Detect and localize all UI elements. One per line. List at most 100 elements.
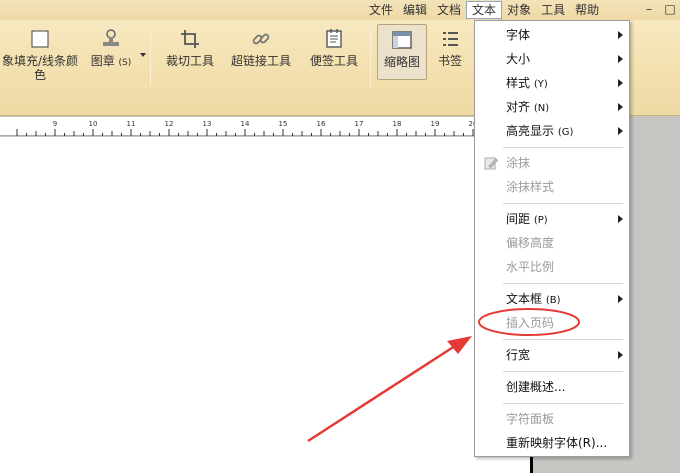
menu-separator [503, 147, 623, 148]
menu-help[interactable]: 帮助 [570, 1, 604, 19]
fill-stroke-color-tool[interactable]: 象填充/线条颜 色 [0, 28, 80, 82]
fill-stroke-label-line2: 色 [33, 68, 46, 82]
note-label: 便签工具 [309, 54, 358, 68]
menu-tools[interactable]: 工具 [536, 1, 570, 19]
menu-item-char-panel-label: 字符面板 [506, 412, 555, 426]
menu-item-font-label: 字体 [506, 28, 531, 42]
ruler-label: 11 [127, 120, 136, 128]
thumbnail-label: 缩略图 [383, 55, 420, 69]
fill-square-icon [31, 30, 49, 48]
menu-item-style[interactable]: 样式 (Y) [475, 71, 629, 95]
menu-item-create-summary[interactable]: 创建概述... [475, 375, 629, 399]
menu-item-style-label: 样式 [506, 76, 531, 90]
ruler-label: 16 [317, 120, 326, 128]
menu-separator [503, 403, 623, 404]
document-page[interactable] [0, 137, 530, 473]
ruler-ticks: 9 10 11 12 13 14 15 16 17 18 19 20 [16, 120, 477, 136]
ruler-label: 13 [203, 120, 212, 128]
menu-item-smear-label: 涂抹 [506, 156, 531, 170]
ruler-label: 12 [165, 120, 174, 128]
horizontal-ruler: 9 10 11 12 13 14 15 16 17 18 19 20 [0, 117, 480, 136]
ruler-label: 14 [241, 120, 250, 128]
menu-item-textbox-label: 文本框 [506, 292, 543, 306]
menu-item-smear: 涂抹 [475, 151, 629, 175]
sticky-note-icon [326, 29, 342, 48]
menu-item-hscale-label: 水平比例 [506, 260, 555, 274]
menu-separator [503, 203, 623, 204]
menu-text[interactable]: 文本 [466, 1, 503, 19]
crop-icon [181, 30, 199, 48]
app-window: 文件 编辑 文档 文本 对象 工具 帮助 – □ 象填充/线条颜 色 图章 (S… [0, 0, 680, 473]
stamp-dropdown-arrow-icon[interactable] [140, 53, 146, 57]
menu-item-insert-page-number-label: 插入页码 [506, 316, 555, 330]
hyperlink-tool[interactable]: 超链接工具 [228, 28, 294, 68]
menu-file[interactable]: 文件 [364, 1, 398, 19]
menu-item-textbox[interactable]: 文本框 (B) [475, 287, 629, 311]
submenu-arrow-icon [618, 79, 623, 87]
menu-item-style-key: (Y) [533, 79, 548, 90]
toolbar-separator [150, 28, 151, 86]
menu-item-size[interactable]: 大小 [475, 47, 629, 71]
menu-item-offset: 偏移高度 [475, 231, 629, 255]
hyperlink-label: 超链接工具 [230, 54, 291, 68]
toolbar-separator [370, 28, 371, 86]
ruler-label: 17 [355, 120, 364, 128]
stamp-label: 图章 (S) [90, 54, 132, 68]
menu-item-char-panel: 字符面板 [475, 407, 629, 431]
thumbnail-tool[interactable]: 缩略图 [377, 24, 427, 80]
restore-button[interactable]: □ [661, 1, 679, 19]
menu-object[interactable]: 对象 [502, 1, 536, 19]
ruler-label: 15 [279, 120, 288, 128]
note-tool[interactable]: 便签工具 [306, 28, 362, 68]
menu-item-offset-label: 偏移高度 [506, 236, 555, 250]
menu-bar: 文件 编辑 文档 文本 对象 工具 帮助 – □ [0, 0, 680, 20]
menu-item-line-width-label: 行宽 [506, 348, 531, 362]
menu-item-insert-page-number: 插入页码 [475, 311, 629, 335]
crop-tool[interactable]: 裁切工具 [162, 28, 218, 68]
submenu-arrow-icon [618, 55, 623, 63]
menu-item-align-label: 对齐 [506, 100, 531, 114]
text-menu-dropdown: 字体 大小 样式 (Y) 对齐 (N) 高亮显示 (G) 涂抹 涂抹样式 间距 … [474, 20, 630, 457]
smear-brush-icon [484, 157, 499, 170]
menu-item-spacing-label: 间距 [506, 212, 531, 226]
menu-item-spacing-key: (P) [533, 215, 548, 226]
submenu-arrow-icon [618, 215, 623, 223]
menu-item-smear-style-label: 涂抹样式 [506, 180, 555, 194]
menu-separator [503, 371, 623, 372]
submenu-arrow-icon [618, 31, 623, 39]
menu-document[interactable]: 文档 [432, 1, 466, 19]
menu-item-remap-fonts-label: 重新映射字体(R)... [506, 436, 608, 450]
link-icon [252, 33, 270, 45]
stamp-icon [103, 29, 119, 46]
menu-item-line-width[interactable]: 行宽 [475, 343, 629, 367]
ruler-label: 19 [431, 120, 440, 128]
menu-item-align-key: (N) [533, 103, 550, 114]
menu-item-hscale: 水平比例 [475, 255, 629, 279]
menu-item-font[interactable]: 字体 [475, 23, 629, 47]
menu-item-textbox-key: (B) [545, 295, 561, 306]
ruler-label: 9 [53, 120, 57, 128]
ruler-label: 10 [89, 120, 98, 128]
menu-edit[interactable]: 编辑 [398, 1, 432, 19]
submenu-arrow-icon [618, 127, 623, 135]
bookmark-label: 书签 [437, 54, 462, 68]
menu-items: 文件 编辑 文档 文本 对象 工具 帮助 [364, 1, 604, 19]
menu-item-size-label: 大小 [506, 52, 531, 66]
stamp-tool[interactable]: 图章 (S) [88, 28, 134, 70]
menu-item-align[interactable]: 对齐 (N) [475, 95, 629, 119]
ruler-label: 18 [393, 120, 402, 128]
menu-item-spacing[interactable]: 间距 (P) [475, 207, 629, 231]
menu-item-create-summary-label: 创建概述... [506, 380, 566, 394]
menu-item-remap-fonts[interactable]: 重新映射字体(R)... [475, 431, 629, 455]
fill-stroke-label: 象填充/线条颜 [1, 54, 79, 68]
bookmark-tool[interactable]: 书签 [432, 28, 468, 68]
submenu-arrow-icon [618, 295, 623, 303]
menu-separator [503, 339, 623, 340]
bookmark-list-icon [443, 32, 458, 46]
minimize-button[interactable]: – [640, 1, 658, 19]
menu-item-highlight-label: 高亮显示 [506, 124, 555, 138]
thumbnail-panel-icon [392, 31, 412, 49]
submenu-arrow-icon [618, 351, 623, 359]
menu-item-highlight[interactable]: 高亮显示 (G) [475, 119, 629, 143]
menu-item-smear-style: 涂抹样式 [475, 175, 629, 199]
